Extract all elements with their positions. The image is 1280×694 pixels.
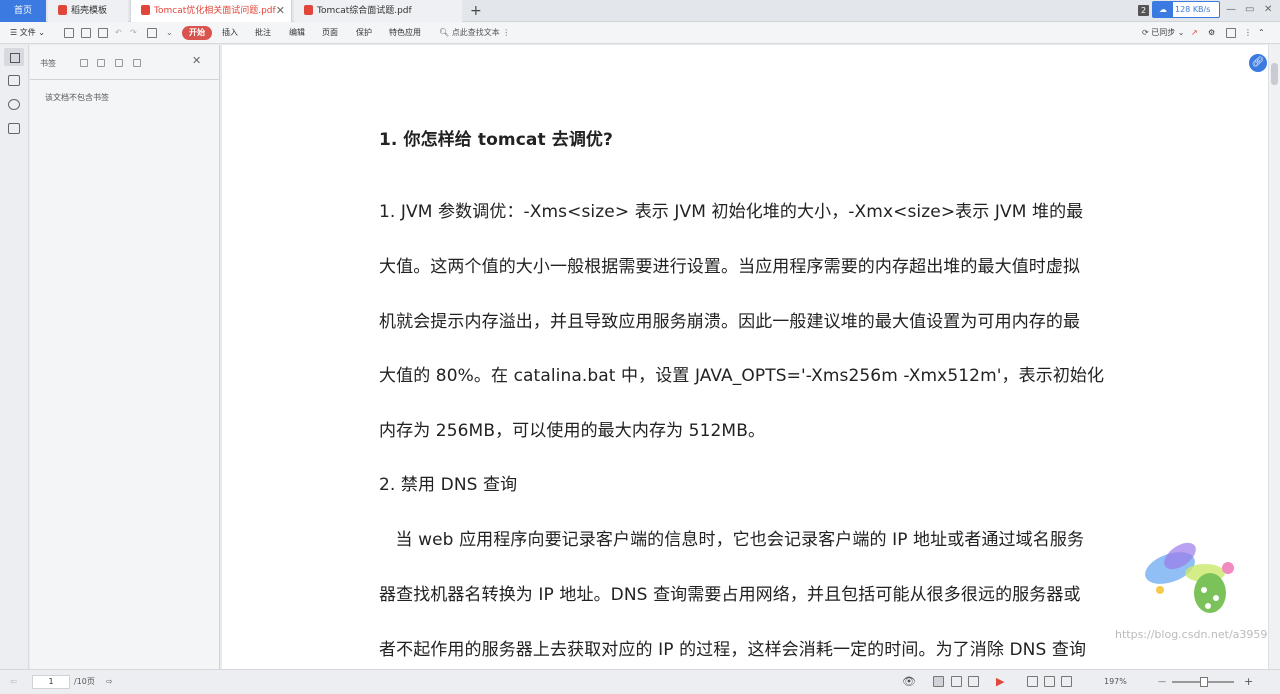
gear-icon[interactable]: ⚙ [1208, 22, 1215, 44]
cloud-icon: ☁ [1153, 2, 1173, 17]
docer-icon [58, 4, 67, 15]
fit-width-icon[interactable] [1044, 676, 1055, 687]
single-page-view-icon[interactable] [933, 676, 944, 687]
bookmark-panel: 书签 ✕ 该文档不包含书签 [30, 45, 220, 669]
annotation-icon[interactable] [8, 99, 20, 110]
save-icon[interactable] [81, 28, 91, 38]
print-icon[interactable] [98, 28, 108, 38]
navigation-rail [0, 45, 29, 669]
two-page-view-icon[interactable] [968, 676, 979, 687]
document-page: 1. 你怎样给 tomcat 去调优? 1. JVM 参数调优：-Xms<siz… [222, 45, 1268, 669]
doc-line: 1. JVM 参数调优：-Xms<size> 表示 JVM 初始化堆的大小，-X… [379, 202, 1084, 222]
doc-line: 内存为 256MB，可以使用的最大内存为 512MB。 [379, 421, 766, 441]
delete-bookmark-icon[interactable] [97, 59, 105, 67]
close-window-button[interactable]: ✕ [1264, 0, 1272, 22]
tab-page[interactable]: 页面 [322, 22, 338, 44]
tab-template[interactable]: 稻壳模板 [48, 0, 128, 22]
tab-other-doc-label: Tomcat综合面试题.pdf [317, 6, 412, 16]
tab-annotate[interactable]: 批注 [255, 22, 271, 44]
zoom-out-button[interactable]: — [1158, 670, 1166, 694]
doc-line: 大值。这两个值的大小一般根据需要进行设置。当应用程序需要的内存超出堆的最大值时虚… [379, 257, 1081, 277]
continuous-view-icon[interactable] [951, 676, 962, 687]
open-icon[interactable] [64, 28, 74, 38]
close-icon[interactable]: ✕ [192, 54, 201, 67]
doc-line: 当 web 应用程序向要记录客户端的信息时，它也会记录客户端的 IP 地址或者通… [379, 530, 1085, 550]
tab-other-doc[interactable]: Tomcat综合面试题.pdf [294, 0, 462, 22]
minimize-button[interactable]: — [1226, 0, 1236, 22]
share-icon[interactable]: ↗ [1191, 22, 1198, 44]
redo-icon[interactable]: ↷ [130, 22, 137, 44]
pdf-icon [141, 4, 150, 15]
tab-active-doc[interactable]: Tomcat优化相关面试问题.pdf ✕ [130, 0, 292, 22]
bookmark-panel-icon[interactable] [4, 48, 24, 66]
pin-icon[interactable]: 🔗︎ [1249, 54, 1267, 72]
zoom-slider-handle[interactable] [1200, 677, 1208, 687]
doc-heading: 1. 你怎样给 tomcat 去调优? [379, 130, 613, 150]
tab-home[interactable]: 首页 [0, 0, 46, 22]
search-text-label: 点此查找文本 [451, 28, 500, 37]
tab-start[interactable]: 开始 [182, 26, 212, 40]
file-menu[interactable]: ☰ 文件 ⌄ [10, 22, 45, 44]
page-total: /10页 [74, 677, 95, 686]
collapse-bookmarks-icon[interactable] [133, 59, 141, 67]
assistant-sprite-icon[interactable] [1140, 538, 1245, 623]
chevron-down-icon: ⌄ [38, 28, 45, 37]
tab-edit[interactable]: 编辑 [289, 22, 305, 44]
main-toolbar: ☰ 文件 ⌄ ↶ ↷ ⌄ 开始 插入 批注 编辑 页面 保护 特色应用 🔍︎ 点… [0, 22, 1280, 44]
pdf-icon [304, 4, 313, 15]
new-tab-button[interactable]: + [470, 0, 482, 22]
fullscreen-icon[interactable] [1226, 28, 1236, 38]
window-count-badge[interactable]: 2 [1138, 5, 1149, 16]
expand-bookmarks-icon[interactable] [115, 59, 123, 67]
file-menu-label: 文件 [19, 28, 36, 37]
tab-insert[interactable]: 插入 [222, 22, 238, 44]
doc-subheading: 2. 禁用 DNS 查询 [379, 475, 518, 495]
more-options-icon[interactable]: ⋮ [1244, 22, 1252, 44]
doc-line: 机就会提示内存溢出，并且导致应用服务崩溃。因此一般建议堆的最大值设置为可用内存的… [379, 312, 1081, 332]
restore-button[interactable]: ▭ [1245, 0, 1254, 22]
next-page-icon[interactable]: ⇨ [106, 670, 113, 694]
play-icon[interactable]: ▶ [996, 670, 1004, 694]
bookmark-panel-title: 书签 [40, 59, 56, 68]
tab-protect[interactable]: 保护 [356, 22, 372, 44]
doc-line: 器查找机器名转换为 IP 地址。DNS 查询需要占用网络，并且包括可能从很多很远… [379, 585, 1081, 605]
hamburger-icon: ☰ [10, 28, 18, 37]
tab-template-label: 稻壳模板 [71, 6, 108, 16]
close-tab-icon[interactable]: ✕ [276, 0, 285, 22]
page-number-input[interactable]: 1 [32, 675, 70, 689]
scrollbar-thumb[interactable] [1271, 63, 1278, 85]
sync-icon: ⟳ [1142, 28, 1149, 37]
bookmark-empty-message: 该文档不包含书签 [45, 93, 109, 102]
search-icon: 🔍︎ [439, 28, 450, 37]
network-speed-label: 128 KB/s [1175, 5, 1211, 14]
attachment-icon[interactable] [8, 123, 20, 134]
zoom-in-button[interactable]: + [1244, 670, 1253, 694]
sync-label: 已同步 [1151, 28, 1176, 37]
chevron-down-icon: ⌄ [1177, 28, 1185, 37]
doc-line: 大值的 80%。在 catalina.bat 中，设置 JAVA_OPTS='-… [379, 366, 1105, 386]
more-icon: ⋮ [502, 28, 511, 37]
export-icon[interactable] [147, 28, 157, 38]
watermark-text: https://blog.csdn.net/a39591401 [1115, 628, 1280, 641]
bookmark-panel-header: 书签 ✕ [30, 45, 220, 80]
network-speed-widget[interactable]: ☁ 128 KB/s [1152, 1, 1220, 18]
zoom-level: 197% [1104, 677, 1127, 686]
tab-special[interactable]: 特色应用 [389, 22, 421, 44]
tab-bar: 首页 稻壳模板 Tomcat优化相关面试问题.pdf ✕ Tomcat综合面试题… [0, 0, 1280, 22]
read-mode-icon[interactable]: 👁︎ [902, 670, 916, 694]
add-bookmark-icon[interactable] [80, 59, 88, 67]
tab-active-doc-label: Tomcat优化相关面试问题.pdf [154, 6, 276, 16]
doc-line: 者不起作用的服务器上去获取对应的 IP 的过程，这样会消耗一定的时间。为了消除 … [379, 640, 1087, 660]
undo-icon[interactable]: ↶ [115, 22, 122, 44]
status-bar: ⇦ 1 /10页 ⇨ 👁︎ ▶ 197% — + [0, 669, 1280, 693]
prev-page-icon[interactable]: ⇦ [10, 670, 17, 694]
actual-size-icon[interactable] [1061, 676, 1072, 687]
more-chevron-icon[interactable]: ⌄ [166, 22, 173, 44]
thumbnail-icon[interactable] [8, 75, 20, 86]
collapse-ribbon-icon[interactable]: ⌃ [1258, 22, 1265, 44]
vertical-scrollbar[interactable] [1268, 45, 1280, 669]
sync-status[interactable]: ⟳ 已同步 ⌄ [1142, 22, 1185, 44]
search-text-box[interactable]: 🔍︎ 点此查找文本 ⋮ [439, 22, 510, 44]
fit-page-icon[interactable] [1027, 676, 1038, 687]
